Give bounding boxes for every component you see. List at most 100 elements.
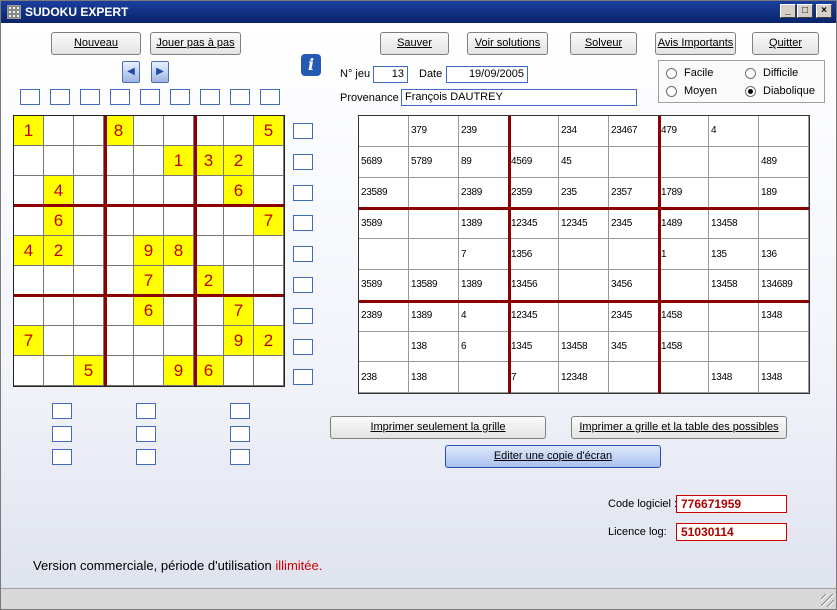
candidate-cell[interactable]: 138: [409, 362, 459, 394]
sudoku-cell[interactable]: 5: [254, 116, 284, 146]
sudoku-cell[interactable]: [74, 146, 104, 176]
sudoku-cell[interactable]: 4: [44, 176, 74, 206]
candidate-cell[interactable]: 1389: [459, 208, 509, 240]
sudoku-cell[interactable]: 8: [104, 116, 134, 146]
candidate-cell[interactable]: [659, 362, 709, 394]
sudoku-cell[interactable]: [254, 266, 284, 296]
quitter-button[interactable]: Quitter: [752, 32, 819, 55]
candidate-cell[interactable]: 12345: [509, 300, 559, 332]
row-hint-box[interactable]: [293, 184, 313, 201]
sauver-button[interactable]: Sauver: [380, 32, 449, 55]
candidate-cell[interactable]: 2345: [609, 208, 659, 240]
sudoku-cell[interactable]: 9: [134, 236, 164, 266]
candidate-cell[interactable]: 2357: [609, 177, 659, 209]
sudoku-cell[interactable]: 7: [224, 296, 254, 326]
sudoku-cell[interactable]: 2: [194, 266, 224, 296]
sudoku-cell[interactable]: [194, 296, 224, 326]
row-hint-box[interactable]: [293, 123, 313, 139]
sudoku-cell[interactable]: [194, 326, 224, 356]
candidate-cell[interactable]: [359, 116, 409, 147]
sudoku-cell[interactable]: [134, 176, 164, 206]
sudoku-cell[interactable]: [74, 326, 104, 356]
candidate-cell[interactable]: 13458: [709, 208, 759, 240]
column-hint-box[interactable]: [20, 89, 40, 105]
sudoku-cell[interactable]: 5: [74, 356, 104, 386]
candidate-cell[interactable]: [759, 208, 809, 240]
candidate-cell[interactable]: [359, 239, 409, 270]
sudoku-cell[interactable]: 8: [164, 236, 194, 266]
candidate-cell[interactable]: 1389: [409, 300, 459, 332]
candidate-cell[interactable]: 3589: [359, 269, 409, 301]
candidate-cell[interactable]: 235: [559, 177, 609, 209]
column-hint-box[interactable]: [110, 89, 130, 105]
block-hint-box[interactable]: [136, 426, 156, 442]
candidate-cell[interactable]: 379: [409, 116, 459, 147]
candidate-cell[interactable]: 479: [659, 116, 709, 147]
candidate-cell[interactable]: 13456: [509, 269, 559, 301]
sudoku-cell[interactable]: 7: [14, 326, 44, 356]
row-hint-box[interactable]: [293, 153, 313, 170]
sudoku-cell[interactable]: 2: [224, 146, 254, 176]
sudoku-cell[interactable]: [74, 266, 104, 296]
candidate-cell[interactable]: 1489: [659, 208, 709, 240]
copie-ecran-button[interactable]: Editer une copie d'écran: [445, 445, 661, 468]
sudoku-cell[interactable]: [134, 326, 164, 356]
sudoku-cell[interactable]: [194, 236, 224, 266]
row-hint-box[interactable]: [293, 338, 313, 355]
sudoku-cell[interactable]: 2: [254, 326, 284, 356]
candidate-cell[interactable]: [559, 300, 609, 332]
row-hint-box[interactable]: [293, 215, 313, 232]
candidate-cell[interactable]: [409, 239, 459, 270]
sudoku-cell[interactable]: 9: [224, 326, 254, 356]
sudoku-cell[interactable]: [134, 146, 164, 176]
block-hint-box[interactable]: [52, 426, 72, 442]
sudoku-cell[interactable]: [254, 236, 284, 266]
column-hint-box[interactable]: [230, 89, 250, 105]
sudoku-cell[interactable]: [224, 116, 254, 146]
candidate-cell[interactable]: 135: [709, 239, 759, 270]
sudoku-cell[interactable]: [14, 296, 44, 326]
imprimer-grille-table-button[interactable]: Imprimer a grille et la table des possib…: [571, 416, 787, 439]
candidate-cell[interactable]: 23589: [359, 177, 409, 209]
sudoku-cell[interactable]: [14, 356, 44, 386]
column-hint-box[interactable]: [200, 89, 220, 105]
candidate-cell[interactable]: 2345: [609, 300, 659, 332]
block-hint-box[interactable]: [136, 403, 156, 419]
candidate-cell[interactable]: 23467: [609, 116, 659, 147]
resize-grip-icon[interactable]: [821, 594, 834, 607]
column-hint-box[interactable]: [50, 89, 70, 105]
row-hint-box[interactable]: [293, 307, 313, 324]
candidate-cell[interactable]: 3456: [609, 269, 659, 301]
sudoku-cell[interactable]: 6: [194, 356, 224, 386]
candidate-cell[interactable]: [559, 239, 609, 270]
candidate-cell[interactable]: [709, 177, 759, 209]
sudoku-cell[interactable]: [104, 356, 134, 386]
sudoku-cell[interactable]: [74, 296, 104, 326]
candidate-cell[interactable]: [559, 269, 609, 301]
sudoku-cell[interactable]: [134, 116, 164, 146]
candidate-cell[interactable]: 1356: [509, 239, 559, 270]
block-hint-box[interactable]: [230, 426, 250, 442]
code-logiciel-field[interactable]: 776671959: [676, 495, 787, 513]
sudoku-cell[interactable]: [104, 296, 134, 326]
block-hint-box[interactable]: [230, 449, 250, 465]
column-hint-box[interactable]: [170, 89, 190, 105]
row-hint-box[interactable]: [293, 246, 313, 263]
candidate-cell[interactable]: 1: [659, 239, 709, 270]
sudoku-cell[interactable]: [44, 356, 74, 386]
column-hint-box[interactable]: [80, 89, 100, 105]
candidate-cell[interactable]: [609, 239, 659, 270]
sudoku-cell[interactable]: 1: [164, 146, 194, 176]
sudoku-cell[interactable]: [254, 176, 284, 206]
candidate-cell[interactable]: [509, 116, 559, 147]
sudoku-cell[interactable]: [224, 206, 254, 236]
candidate-cell[interactable]: [709, 331, 759, 363]
imprimer-grille-button[interactable]: Imprimer seulement la grille: [330, 416, 546, 439]
candidate-cell[interactable]: 12345: [509, 208, 559, 240]
sudoku-cell[interactable]: [104, 266, 134, 296]
sudoku-cell[interactable]: [44, 146, 74, 176]
candidate-cell[interactable]: [659, 269, 709, 301]
candidate-cell[interactable]: 1458: [659, 331, 709, 363]
candidate-cell[interactable]: 89: [459, 146, 509, 178]
sudoku-cell[interactable]: 6: [134, 296, 164, 326]
